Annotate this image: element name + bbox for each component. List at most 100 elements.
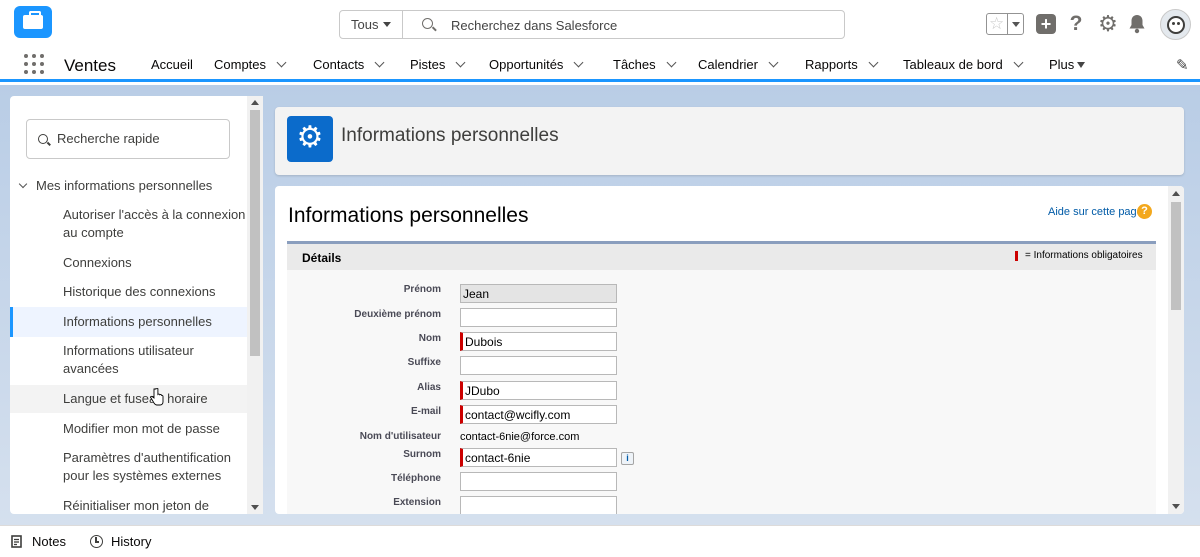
nav-label: Comptes — [214, 57, 267, 72]
section-title: Détails — [302, 251, 342, 265]
email-field[interactable] — [460, 405, 617, 424]
nav-item-tableaux-de-bord[interactable]: Tableaux de bord — [903, 57, 1024, 72]
caret-down-icon — [383, 22, 391, 27]
nav-label: Plus — [1049, 57, 1075, 72]
nom-field[interactable] — [460, 332, 617, 351]
deuxieme-prenom-field[interactable] — [460, 308, 617, 327]
scroll-up-arrow-icon[interactable] — [251, 100, 259, 105]
field-label-nom: Nom — [418, 333, 441, 344]
notes-button[interactable]: Notes — [11, 534, 66, 549]
sidebar-item-informations-utilisateur-avancees[interactable]: Informations utilisateur avancées — [10, 342, 247, 380]
nav-item-plus[interactable]: Plus — [1049, 57, 1086, 72]
notification-bell-icon[interactable] — [1127, 14, 1147, 34]
nav-label: Opportunités — [489, 57, 564, 72]
edit-nav-pencil-icon[interactable]: ✎ — [1176, 56, 1189, 74]
content-frame: Informations personnelles Aide sur cette… — [275, 186, 1184, 514]
sidebar-scrollbar[interactable] — [247, 96, 263, 514]
chevron-down-icon[interactable] — [455, 57, 466, 68]
chevron-down-icon[interactable] — [868, 57, 879, 68]
sidebar-item-langue-fuseau-horaire[interactable]: Langue et fuseau horaire — [10, 385, 247, 413]
nav-item-opportunites[interactable]: Opportunités — [489, 57, 584, 72]
setup-gear-tile: ⚙ — [287, 116, 333, 162]
nav-label: Accueil — [151, 57, 193, 72]
sidebar-item-autoriser-acces[interactable]: Autoriser l'accès à la connexion au comp… — [10, 206, 247, 244]
sidebar-item-informations-personnelles[interactable]: Informations personnelles — [10, 307, 247, 337]
scrollbar-thumb[interactable] — [1171, 202, 1181, 310]
extension-field[interactable] — [460, 496, 617, 514]
field-label-surnom: Surnom — [403, 449, 441, 460]
prenom-field[interactable] — [460, 284, 617, 303]
scroll-up-arrow-icon[interactable] — [1172, 191, 1180, 196]
clock-icon — [90, 535, 103, 548]
sidebar-item-label: Paramètres d'authentification pour les s… — [63, 450, 231, 483]
field-label-nom-utilisateur: Nom d'utilisateur — [359, 431, 441, 442]
suffixe-field[interactable] — [460, 356, 617, 375]
gear-icon: ⚙ — [296, 121, 324, 154]
sidebar-item-modifier-mot-de-passe[interactable]: Modifier mon mot de passe — [10, 420, 247, 438]
sidebar-section-label: Mes informations personnelles — [36, 178, 213, 193]
nav-item-comptes[interactable]: Comptes — [214, 57, 287, 72]
nav-item-accueil[interactable]: Accueil — [151, 57, 193, 72]
info-icon[interactable]: i — [621, 452, 634, 465]
alias-field[interactable] — [460, 381, 617, 400]
favorites-dropdown[interactable] — [1007, 14, 1023, 34]
search-icon — [422, 18, 433, 29]
sidebar-section-toggle[interactable]: Mes informations personnelles — [18, 178, 213, 193]
quick-search-input[interactable] — [57, 131, 222, 146]
sidebar-item-historique-connexions[interactable]: Historique des connexions — [10, 283, 247, 301]
nav-label: Tableaux de bord — [903, 57, 1003, 72]
content-scrollbar[interactable] — [1168, 186, 1184, 514]
chevron-down-icon[interactable] — [768, 57, 779, 68]
app-launcher-icon[interactable] — [24, 54, 44, 74]
field-label-deuxieme-prenom: Deuxième prénom — [354, 309, 441, 320]
search-scope-dropdown[interactable]: Tous — [340, 11, 403, 38]
sidebar-item-reinitialiser-jeton[interactable]: Réinitialiser mon jeton de — [10, 497, 247, 514]
search-input[interactable] — [451, 16, 831, 34]
telephone-field[interactable] — [460, 472, 617, 491]
nav-item-pistes[interactable]: Pistes — [410, 57, 466, 72]
nav-item-calendrier[interactable]: Calendrier — [698, 57, 779, 72]
quick-search-box — [26, 119, 230, 159]
scroll-down-arrow-icon[interactable] — [251, 505, 259, 510]
chevron-down-icon[interactable] — [666, 57, 677, 68]
field-label-suffixe: Suffixe — [407, 357, 441, 368]
chevron-down-icon[interactable] — [1013, 57, 1024, 68]
help-page-link[interactable]: Aide sur cette page — [1048, 206, 1143, 218]
chevron-down-icon[interactable] — [276, 57, 287, 68]
global-search: Tous — [339, 10, 845, 39]
app-logo[interactable] — [14, 6, 52, 38]
page-header: ⚙ Informations personnelles — [275, 107, 1184, 175]
nav-item-rapports[interactable]: Rapports — [805, 57, 879, 72]
field-label-prenom: Prénom — [403, 284, 441, 295]
surnom-field[interactable] — [460, 448, 617, 467]
setup-sidebar: Mes informations personnelles Autoriser … — [10, 96, 263, 514]
search-scope-label: Tous — [351, 17, 379, 32]
sidebar-item-connexions[interactable]: Connexions — [10, 254, 247, 272]
help-icon[interactable]: ? — [1066, 13, 1086, 34]
nav-item-taches[interactable]: Tâches — [613, 57, 677, 72]
scroll-down-arrow-icon[interactable] — [1172, 504, 1180, 509]
user-avatar[interactable] — [1160, 9, 1191, 40]
chevron-down-icon[interactable] — [573, 57, 584, 68]
field-label-telephone: Téléphone — [390, 473, 441, 484]
app-navigation: Ventes Accueil Comptes Contacts Pistes O… — [0, 48, 1200, 82]
nav-item-contacts[interactable]: Contacts — [313, 57, 385, 72]
required-marker-icon — [1015, 251, 1018, 261]
global-header: Tous ☆ + ? ⚙ — [0, 0, 1200, 48]
setup-gear-icon[interactable]: ⚙ — [1098, 13, 1118, 35]
sidebar-item-label: Historique des connexions — [63, 284, 216, 299]
chevron-down-icon[interactable] — [374, 57, 385, 68]
scrollbar-thumb[interactable] — [250, 110, 260, 356]
field-label-extension: Extension — [393, 497, 441, 508]
favorites-button[interactable]: ☆ — [986, 13, 1024, 35]
nom-utilisateur-value: contact-6nie@force.com — [460, 431, 580, 443]
details-section: Détails = Informations obligatoires Prén… — [287, 241, 1156, 514]
history-button[interactable]: History — [90, 534, 151, 549]
sidebar-item-label: Connexions — [63, 255, 132, 270]
sidebar-item-label: Informations personnelles — [63, 314, 212, 329]
star-icon: ☆ — [989, 14, 1005, 33]
caret-down-icon — [1077, 62, 1086, 68]
global-actions-plus-icon[interactable]: + — [1036, 14, 1056, 34]
sidebar-item-parametres-authentification[interactable]: Paramètres d'authentification pour les s… — [10, 449, 247, 487]
help-question-icon[interactable]: ? — [1137, 204, 1152, 219]
